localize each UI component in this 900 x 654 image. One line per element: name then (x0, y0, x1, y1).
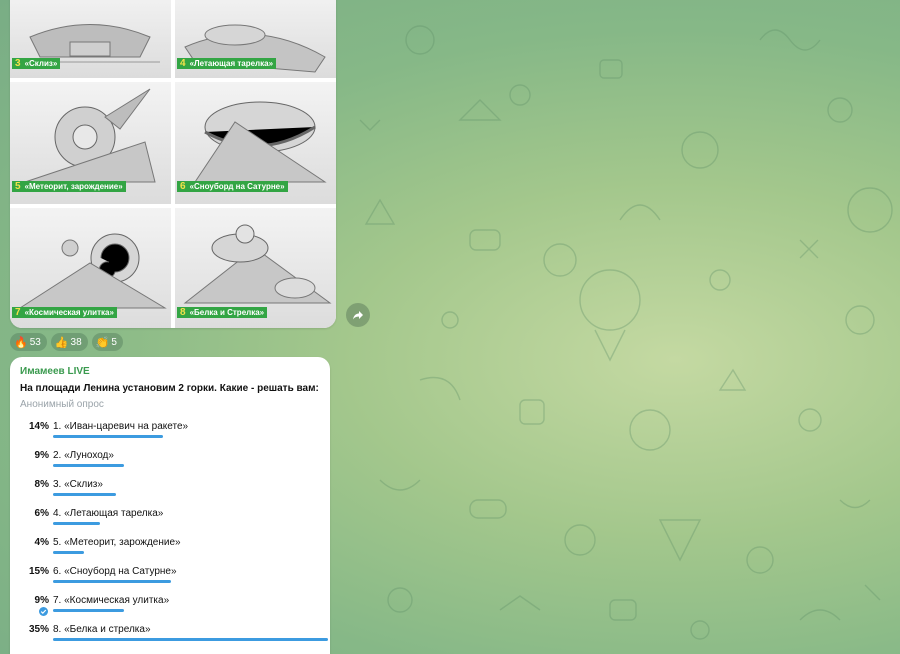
album-photo-4[interactable]: 4 «Летающая тарелка» (175, 0, 336, 78)
option-percent: 4% (34, 537, 49, 548)
option-bar (53, 522, 100, 525)
poll-option[interactable]: 4% 5. «Метеорит, зарождение» (20, 536, 320, 565)
album-photo-5[interactable]: 5 «Метеорит, зарождение» (10, 82, 171, 204)
album-photo-3[interactable]: 3 «Склиз» (10, 0, 171, 78)
reaction-count: 38 (70, 336, 82, 348)
share-arrow-icon (353, 311, 363, 320)
option-percent: 6% (34, 508, 49, 519)
option-bar (53, 435, 163, 438)
caption-number: 5 (12, 181, 24, 192)
caption-text: «Склиз» (23, 58, 61, 69)
poll-option[interactable]: 8% 3. «Склиз» (20, 478, 320, 507)
option-bar (53, 464, 124, 467)
reactions-bar: 🔥 53 👍 38 👏 5 (10, 333, 123, 351)
thumbs-up-emoji-icon: 👍 (54, 335, 69, 349)
caption-number: 8 (177, 307, 189, 318)
caption-text: «Летающая тарелка» (188, 58, 277, 69)
caption-text: «Сноуборд на Сатурне» (188, 181, 288, 192)
option-percent: 9% (34, 450, 49, 461)
poll-option[interactable]: 9% 2. «Луноход» (20, 449, 320, 478)
caption-number: 4 (177, 58, 189, 69)
image-album-message[interactable]: 3 «Склиз» 4 «Летающая тарелка» 5 «Метеор… (10, 0, 336, 328)
poll-option[interactable]: 6% 4. «Летающая тарелка» (20, 507, 320, 536)
poll-type-label: Анонимный опрос (20, 399, 104, 410)
option-label: 3. «Склиз» (53, 479, 103, 490)
option-label: 1. «Иван-царевич на ракете» (53, 421, 189, 432)
option-label: 5. «Метеорит, зарождение» (53, 537, 181, 548)
option-bar (53, 638, 328, 641)
option-bar (53, 609, 124, 612)
caption-number: 7 (12, 307, 24, 318)
poll-option[interactable]: 15% 6. «Сноуборд на Сатурне» (20, 565, 320, 594)
image-grid: 3 «Склиз» 4 «Летающая тарелка» 5 «Метеор… (10, 0, 336, 328)
poll-question: На площади Ленина установим 2 горки. Как… (20, 383, 319, 394)
option-percent: 8% (34, 479, 49, 490)
poll-author[interactable]: Имамеев LIVE (20, 366, 320, 377)
clap-emoji-icon: 👏 (95, 335, 110, 349)
checkmark-icon (39, 607, 48, 616)
option-percent: 15% (28, 566, 49, 577)
reaction-fire[interactable]: 🔥 53 (10, 333, 47, 351)
option-label: 7. «Космическая улитка» (53, 595, 170, 606)
option-bar (53, 551, 84, 554)
fire-emoji-icon: 🔥 (14, 335, 28, 349)
caption-number: 6 (177, 181, 189, 192)
album-photo-8[interactable]: 8 «Белка и Стрелка» (175, 208, 336, 328)
album-photo-6[interactable]: 6 «Сноуборд на Сатурне» (175, 82, 336, 204)
album-photo-7[interactable]: 7 «Космическая улитка» (10, 208, 171, 328)
option-percent: 14% (28, 421, 49, 432)
caption-text: «Белка и Стрелка» (188, 307, 268, 318)
caption-text: «Космическая улитка» (23, 307, 117, 318)
option-label: 8. «Белка и стрелка» (53, 624, 151, 635)
reaction-thumbs-up[interactable]: 👍 38 (50, 333, 88, 351)
poll-message[interactable]: Имамеев LIVE На площади Ленина установим… (10, 357, 330, 654)
option-percent: 9% (34, 595, 49, 606)
reaction-count: 53 (29, 336, 41, 348)
option-label: 4. «Летающая тарелка» (53, 508, 164, 519)
forward-button[interactable] (346, 303, 370, 327)
option-bar (53, 580, 171, 583)
poll-options: 14% 1. «Иван-царевич на ракете» 9% 2. «Л… (20, 420, 328, 652)
poll-option[interactable]: 14% 1. «Иван-царевич на ракете» (20, 420, 320, 449)
caption-text: «Метеорит, зарождение» (23, 181, 126, 192)
reaction-count: 5 (111, 336, 117, 348)
option-label: 6. «Сноуборд на Сатурне» (53, 566, 177, 577)
option-label: 2. «Луноход» (53, 450, 114, 461)
poll-option[interactable]: 35% 8. «Белка и стрелка» (20, 623, 328, 652)
option-bar (53, 493, 116, 496)
option-percent: 35% (28, 624, 49, 635)
caption-number: 3 (12, 58, 24, 69)
poll-option[interactable]: 9% 7. «Космическая улитка» (20, 594, 320, 623)
reaction-clap[interactable]: 👏 5 (91, 333, 123, 351)
